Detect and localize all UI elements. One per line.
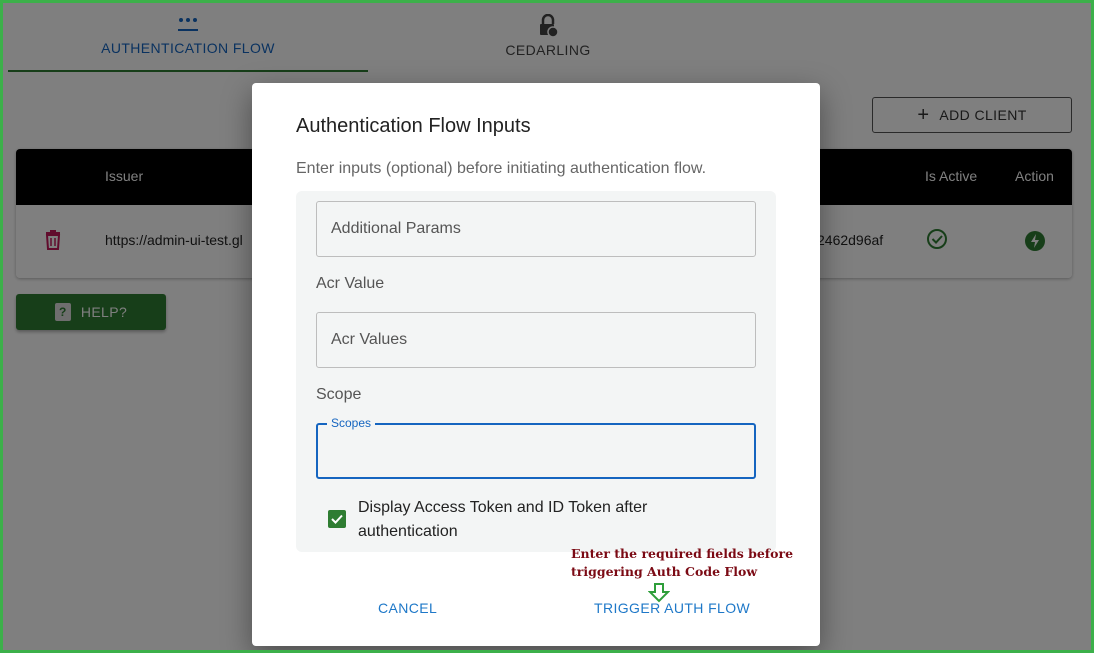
acr-value-label: Acr Value [316,275,385,292]
additional-params-placeholder: Additional Params [331,220,461,237]
acr-values-input[interactable]: Acr Values [316,312,756,368]
auth-flow-dialog: Authentication Flow Inputs Enter inputs … [252,83,820,646]
trigger-auth-flow-button[interactable]: TRIGGER AUTH FLOW [594,600,750,616]
check-icon [331,514,343,524]
annotation-line-2: triggering Auth Code Flow [571,564,758,579]
annotation-note: Enter the required fields before trigger… [571,545,811,581]
cancel-button[interactable]: CANCEL [378,600,437,616]
dialog-subtitle: Enter inputs (optional) before initiatin… [296,160,707,177]
display-tokens-checkbox[interactable] [328,510,346,528]
annotation-line-1: Enter the required fields before [571,546,794,561]
scopes-input[interactable]: Scopes [316,416,756,479]
acr-values-placeholder: Acr Values [331,331,408,348]
additional-params-input[interactable]: Additional Params [316,201,756,257]
scope-label: Scope [316,386,362,403]
dialog-title: Authentication Flow Inputs [296,115,531,137]
display-tokens-label: Display Access Token and ID Token after … [358,499,648,540]
scopes-legend: Scopes [327,416,376,430]
inputs-panel: Additional Params Acr Value Acr Values S… [296,191,776,552]
